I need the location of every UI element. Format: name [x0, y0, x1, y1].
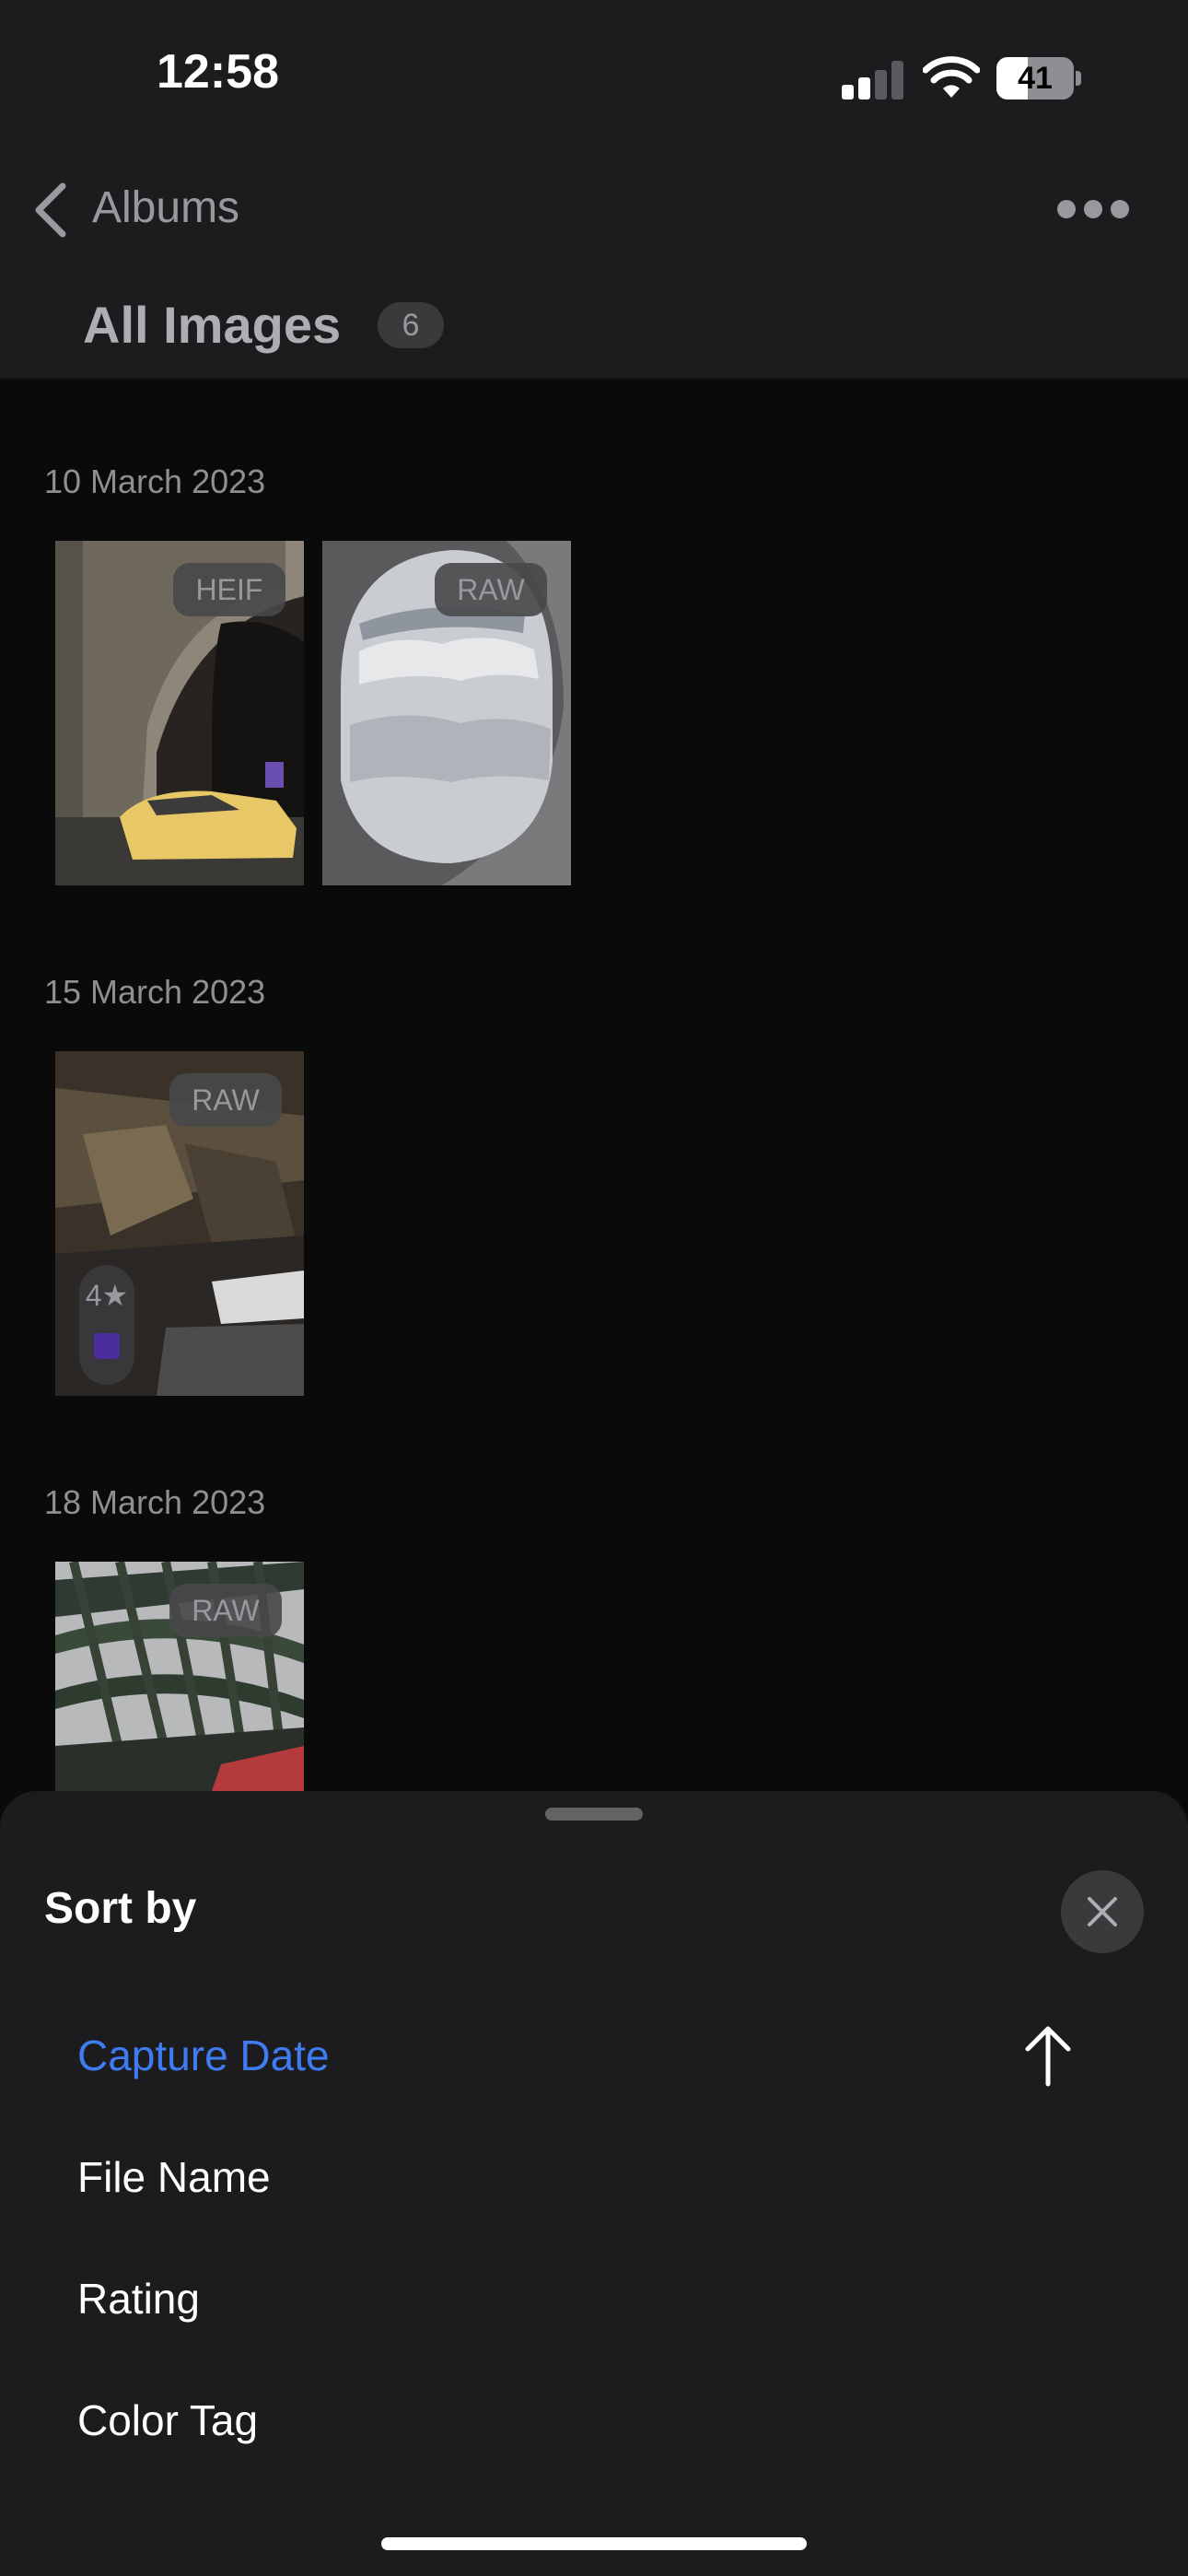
status-time: 12:58: [157, 45, 279, 99]
header-divider: [0, 378, 1188, 380]
photo-thumbnail[interactable]: RAW 4★: [55, 1051, 304, 1396]
home-indicator: [381, 2537, 807, 2550]
back-button[interactable]: Albums: [92, 182, 239, 233]
file-type-badge: RAW: [169, 1584, 282, 1637]
file-type-badge: RAW: [435, 563, 547, 616]
photo-thumbnail[interactable]: RAW: [55, 1562, 304, 1791]
date-header: 15 March 2023: [44, 973, 266, 1011]
wifi-icon: [923, 56, 980, 98]
rating-badge: 4★: [79, 1265, 134, 1385]
photo-thumbnail[interactable]: RAW: [322, 541, 571, 885]
sort-sheet: Sort by Capture Date File Name Rating Co…: [0, 1791, 1188, 2576]
nav-header: 12:58 41 Albums All Images 6: [0, 0, 1188, 380]
sort-option-color-tag[interactable]: Color Tag: [77, 2395, 258, 2445]
sheet-title: Sort by: [44, 1884, 197, 1933]
battery-percentage: 41: [1018, 61, 1053, 96]
chevron-left-icon[interactable]: [28, 181, 74, 240]
more-options-icon[interactable]: [1057, 197, 1129, 221]
page-title: All Images: [83, 296, 342, 354]
close-button[interactable]: [1061, 1870, 1144, 1953]
sort-option-capture-date[interactable]: Capture Date: [77, 2031, 330, 2080]
sort-option-rating[interactable]: Rating: [77, 2274, 200, 2324]
file-type-badge: HEIF: [173, 563, 285, 616]
image-count-badge: 6: [378, 302, 444, 348]
close-icon: [1088, 1897, 1117, 1926]
color-tag-swatch: [94, 1333, 120, 1359]
file-type-badge: RAW: [169, 1073, 282, 1127]
sheet-grabber[interactable]: [545, 1808, 643, 1821]
arrow-up-icon[interactable]: [1022, 2023, 1074, 2088]
battery-icon: 41: [996, 57, 1081, 100]
date-header: 10 March 2023: [44, 463, 266, 500]
cellular-signal-icon: [842, 61, 903, 100]
sort-option-file-name[interactable]: File Name: [77, 2152, 271, 2202]
date-header: 18 March 2023: [44, 1483, 266, 1521]
photo-thumbnail[interactable]: HEIF: [55, 541, 304, 885]
rating-value: 4★: [85, 1279, 129, 1312]
